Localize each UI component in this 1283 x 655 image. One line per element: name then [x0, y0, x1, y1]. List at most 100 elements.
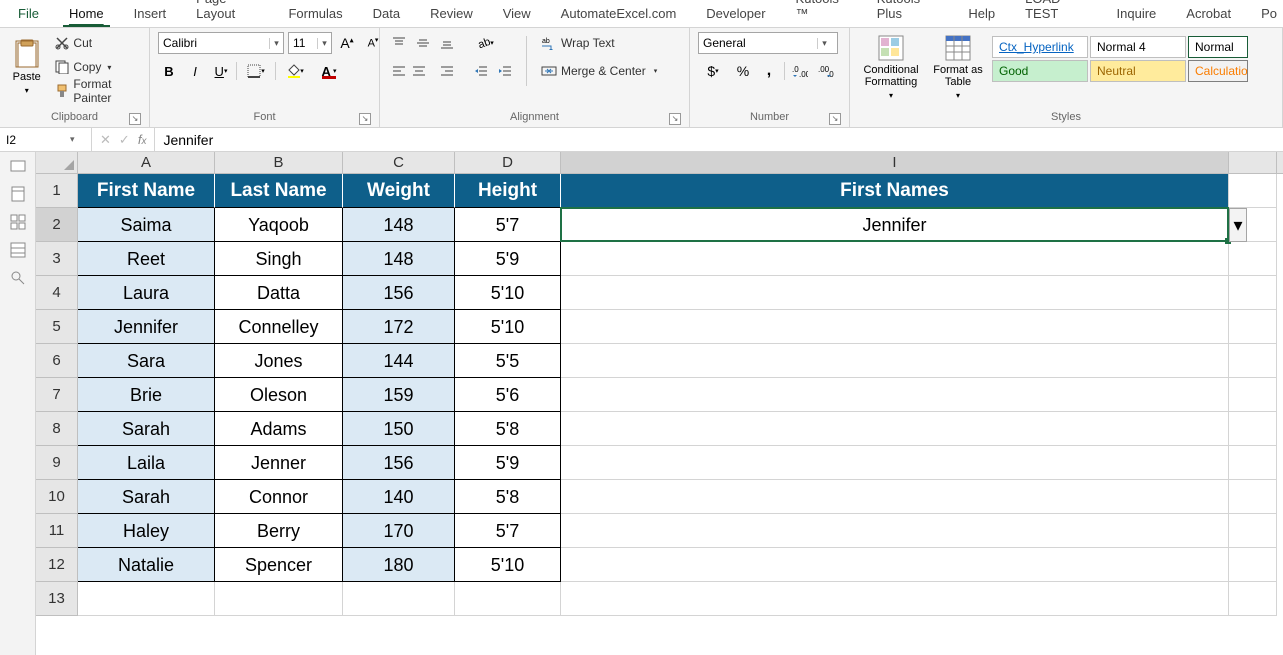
decrease-decimal-button[interactable]: .00.0: [815, 60, 837, 82]
cell-a7[interactable]: Brie: [78, 378, 215, 412]
cell-next-7[interactable]: [1229, 378, 1277, 412]
gutter-pagebreak-icon[interactable]: [10, 214, 26, 230]
cell-next-12[interactable]: [1229, 548, 1277, 582]
cell-b6[interactable]: Jones: [215, 344, 343, 378]
cell-next-6[interactable]: [1229, 344, 1277, 378]
cell-c6[interactable]: 144: [343, 344, 455, 378]
cell-next-3[interactable]: [1229, 242, 1277, 276]
col-header-next[interactable]: [1229, 152, 1277, 173]
col-header-b[interactable]: B: [215, 152, 343, 173]
cell-a10[interactable]: Sarah: [78, 480, 215, 514]
merge-center-button[interactable]: Merge & Center▾: [537, 60, 661, 82]
cell-d2[interactable]: 5'7: [455, 208, 561, 242]
font-size-combo[interactable]: ▾: [288, 32, 332, 54]
style-normal[interactable]: Normal: [1188, 36, 1248, 58]
cell-c10[interactable]: 140: [343, 480, 455, 514]
cell-next-11[interactable]: [1229, 514, 1277, 548]
cell-i2-dropdown[interactable]: ▾: [1229, 208, 1247, 242]
increase-decimal-button[interactable]: .0.00: [789, 60, 811, 82]
cell-c3[interactable]: 148: [343, 242, 455, 276]
percent-button[interactable]: %: [732, 60, 754, 82]
cell-b7[interactable]: Oleson: [215, 378, 343, 412]
cell-c13[interactable]: [343, 582, 455, 616]
tab-formulas[interactable]: Formulas: [282, 2, 348, 27]
cell-d11[interactable]: 5'7: [455, 514, 561, 548]
col-header-a[interactable]: A: [78, 152, 215, 173]
tab-page-layout[interactable]: Page Layout: [190, 0, 264, 27]
col-header-d[interactable]: D: [455, 152, 561, 173]
tab-inquire[interactable]: Inquire: [1111, 2, 1163, 27]
row-header-7[interactable]: 7: [36, 378, 78, 412]
cell-a5[interactable]: Jennifer: [78, 310, 215, 344]
cell-c7[interactable]: 159: [343, 378, 455, 412]
cell-d6[interactable]: 5'5: [455, 344, 561, 378]
row-header-2[interactable]: 2: [36, 208, 78, 242]
row-header-10[interactable]: 10: [36, 480, 78, 514]
cell-a13[interactable]: [78, 582, 215, 616]
font-launcher[interactable]: ↘: [359, 113, 371, 125]
style-ctx-hyperlink[interactable]: Ctx_Hyperlink: [992, 36, 1088, 58]
cell-b11[interactable]: Berry: [215, 514, 343, 548]
copy-button[interactable]: Copy▾: [51, 56, 141, 78]
tab-view[interactable]: View: [497, 2, 537, 27]
cell-c4[interactable]: 156: [343, 276, 455, 310]
cell-c12[interactable]: 180: [343, 548, 455, 582]
cell-b5[interactable]: Connelley: [215, 310, 343, 344]
cell-b12[interactable]: Spencer: [215, 548, 343, 582]
gutter-custom-icon[interactable]: [10, 242, 26, 258]
bold-button[interactable]: B: [158, 60, 180, 82]
row-header-4[interactable]: 4: [36, 276, 78, 310]
cell-i8[interactable]: [561, 412, 1229, 446]
name-box-dropdown[interactable]: ▾: [70, 134, 81, 145]
decrease-indent-button[interactable]: [470, 60, 492, 82]
cell-next-5[interactable]: [1229, 310, 1277, 344]
cell-a6[interactable]: Sara: [78, 344, 215, 378]
cell-next-9[interactable]: [1229, 446, 1277, 480]
cell-i9[interactable]: [561, 446, 1229, 480]
row-header-3[interactable]: 3: [36, 242, 78, 276]
alignment-launcher[interactable]: ↘: [669, 113, 681, 125]
cell-b8[interactable]: Adams: [215, 412, 343, 446]
cell-d7[interactable]: 5'6: [455, 378, 561, 412]
style-calculation[interactable]: Calculatio: [1188, 60, 1248, 82]
tab-review[interactable]: Review: [424, 2, 479, 27]
style-normal4[interactable]: Normal 4: [1090, 36, 1186, 58]
gutter-page-icon[interactable]: [10, 186, 26, 202]
number-format-combo[interactable]: ▾: [698, 32, 838, 54]
tab-data[interactable]: Data: [367, 2, 406, 27]
cell-i10[interactable]: [561, 480, 1229, 514]
cell-a1[interactable]: First Name: [78, 174, 215, 208]
orientation-button[interactable]: ab▾: [470, 32, 500, 54]
cell-a2[interactable]: Saima: [78, 208, 215, 242]
cell-b2[interactable]: Yaqoob: [215, 208, 343, 242]
cell-i7[interactable]: [561, 378, 1229, 412]
row-header-13[interactable]: 13: [36, 582, 78, 616]
cell-next-13[interactable]: [1229, 582, 1277, 616]
row-header-8[interactable]: 8: [36, 412, 78, 446]
borders-button[interactable]: ▾: [241, 60, 271, 82]
tab-kutools[interactable]: Kutools ™: [790, 0, 853, 27]
cell-b9[interactable]: Jenner: [215, 446, 343, 480]
cell-i2[interactable]: Jennifer▾: [561, 208, 1229, 242]
format-painter-button[interactable]: Format Painter: [51, 80, 141, 102]
increase-indent-button[interactable]: [494, 60, 516, 82]
cell-a9[interactable]: Laila: [78, 446, 215, 480]
cell-d8[interactable]: 5'8: [455, 412, 561, 446]
cell-i1[interactable]: First Names: [561, 174, 1229, 208]
wrap-text-button[interactable]: ab Wrap Text: [537, 32, 661, 54]
tab-help[interactable]: Help: [962, 2, 1001, 27]
align-bottom-button[interactable]: [436, 32, 458, 54]
cell-d10[interactable]: 5'8: [455, 480, 561, 514]
cancel-formula-button[interactable]: ✕: [100, 132, 111, 148]
tab-file[interactable]: File: [12, 2, 45, 27]
cell-c5[interactable]: 172: [343, 310, 455, 344]
align-middle-button[interactable]: [412, 32, 434, 54]
style-good[interactable]: Good: [992, 60, 1088, 82]
align-right-button[interactable]: [436, 60, 458, 82]
font-name-input[interactable]: [159, 33, 269, 53]
tab-insert[interactable]: Insert: [128, 2, 173, 27]
cell-b10[interactable]: Connor: [215, 480, 343, 514]
cell-b3[interactable]: Singh: [215, 242, 343, 276]
underline-button[interactable]: U▾: [210, 60, 232, 82]
cell-i3[interactable]: [561, 242, 1229, 276]
